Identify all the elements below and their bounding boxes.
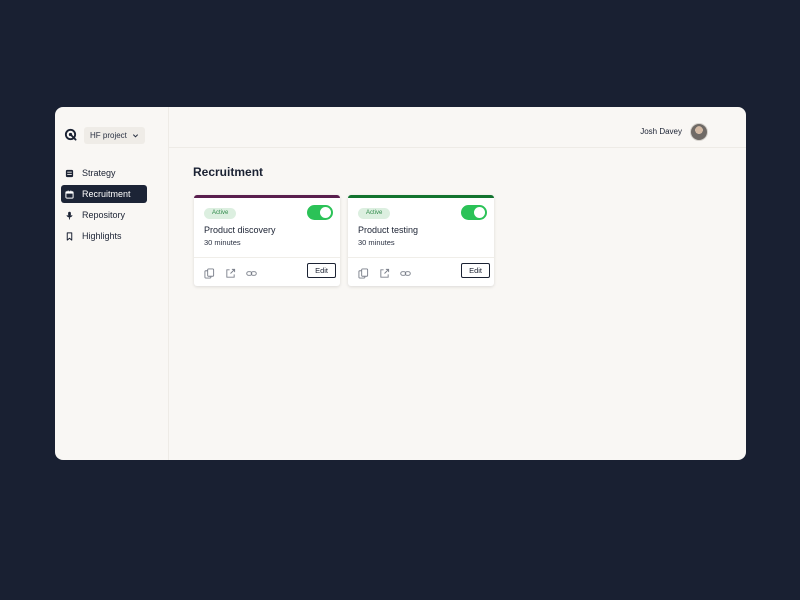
session-card-product-discovery: Active Product discovery 30 minutes Edit (194, 195, 340, 286)
top-bar: Josh Davey (169, 107, 746, 148)
status-badge: Active (358, 208, 391, 219)
sidebar-item-recruitment[interactable]: Recruitment (61, 185, 147, 203)
sidebar-item-label: Strategy (82, 168, 116, 178)
divider (348, 257, 494, 258)
card-accent-stripe (348, 195, 494, 198)
microphone-icon (66, 211, 73, 219)
card-duration: 30 minutes (358, 238, 395, 247)
session-card-product-testing: Active Product testing 30 minutes Edit (348, 195, 494, 286)
toggle-knob (320, 207, 331, 218)
card-actions (204, 266, 257, 279)
sidebar-nav: Strategy Recruitment Repository Highligh… (61, 164, 147, 248)
strategy-icon (65, 169, 74, 177)
bookmark-icon (66, 231, 73, 241)
toggle-knob (474, 207, 485, 218)
active-toggle[interactable] (307, 205, 333, 220)
active-toggle[interactable] (461, 205, 487, 220)
edit-button[interactable]: Edit (307, 263, 336, 278)
sidebar-item-label: Repository (82, 210, 126, 220)
copy-icon (358, 268, 369, 279)
card-title: Product testing (358, 225, 419, 235)
external-link-icon (380, 268, 390, 278)
card-duration: 30 minutes (204, 238, 241, 247)
link-icon (246, 271, 257, 276)
copy-icon (204, 268, 215, 279)
copy-link-button[interactable] (400, 266, 411, 277)
card-accent-stripe (194, 195, 340, 198)
calendar-icon (65, 190, 74, 199)
avatar[interactable] (690, 123, 708, 141)
sidebar-item-label: Recruitment (82, 189, 131, 199)
edit-button[interactable]: Edit (461, 263, 490, 278)
external-link-icon (226, 268, 236, 278)
duplicate-button[interactable] (204, 266, 215, 279)
app-window: HF project Strategy Recruitment Reposito… (55, 107, 746, 460)
status-badge: Active (204, 208, 237, 219)
duplicate-button[interactable] (358, 266, 369, 279)
sidebar-item-repository[interactable]: Repository (61, 206, 147, 224)
chevron-down-icon (132, 134, 138, 138)
copy-link-button[interactable] (246, 266, 257, 277)
sidebar-item-label: Highlights (82, 231, 122, 241)
page-title: Recruitment (193, 165, 264, 179)
divider (194, 257, 340, 258)
link-icon (400, 271, 411, 276)
card-title: Product discovery (204, 225, 276, 235)
user-name: Josh Davey (640, 127, 682, 136)
sidebar: HF project Strategy Recruitment Reposito… (55, 107, 169, 460)
open-external-button[interactable] (379, 266, 390, 278)
open-external-button[interactable] (225, 266, 236, 278)
sidebar-item-highlights[interactable]: Highlights (61, 227, 147, 245)
card-actions (358, 266, 411, 279)
project-name: HF project (90, 131, 127, 140)
logo-icon (64, 128, 77, 141)
project-selector[interactable]: HF project (84, 127, 145, 144)
sidebar-item-strategy[interactable]: Strategy (61, 164, 147, 182)
